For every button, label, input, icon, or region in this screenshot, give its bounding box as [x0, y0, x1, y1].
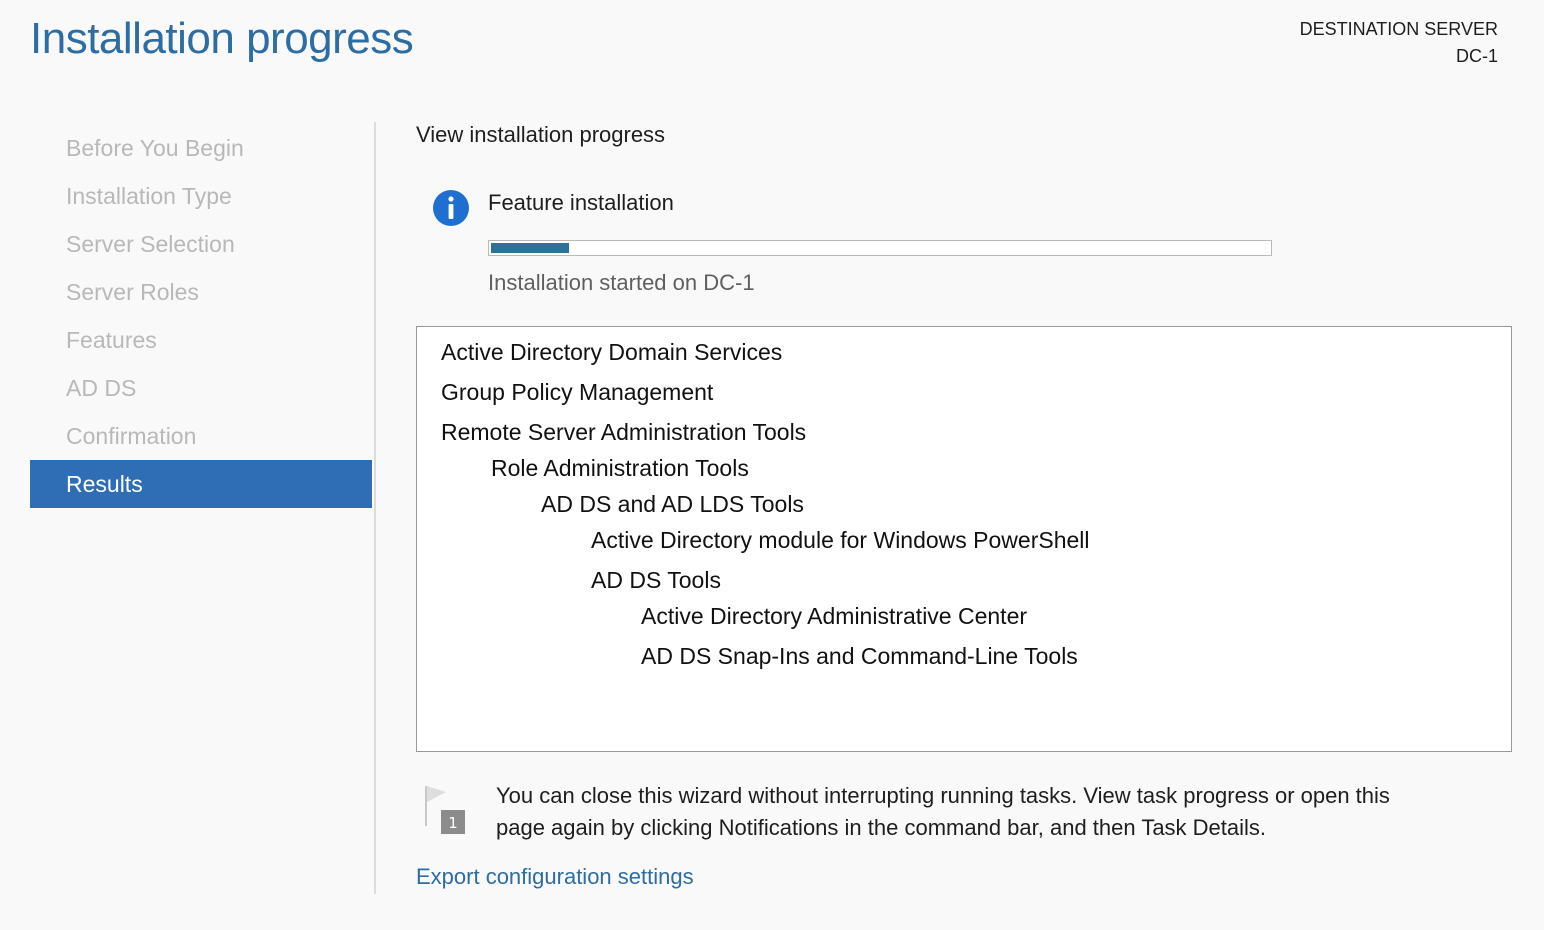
installation-progress-bar	[488, 240, 1272, 256]
feature-list: Active Directory Domain Services Group P…	[416, 326, 1512, 752]
nav-item-server-roles[interactable]: Server Roles	[30, 268, 372, 316]
feature-item-ad-ds: Active Directory Domain Services	[441, 339, 783, 365]
nav-item-before-you-begin[interactable]: Before You Begin	[30, 124, 372, 172]
info-icon	[433, 190, 469, 226]
feature-item-role-admin-tools: Role Administration Tools	[491, 455, 749, 481]
wizard-nav: Before You Begin Installation Type Serve…	[30, 124, 372, 508]
feature-item-ad-powershell: Active Directory module for Windows Powe…	[591, 527, 1090, 553]
feature-item-gpm: Group Policy Management	[441, 379, 714, 405]
note-line-1: You can close this wizard without interr…	[496, 783, 1390, 808]
status-label: Feature installation	[488, 190, 674, 215]
nav-item-server-selection[interactable]: Server Selection	[30, 220, 372, 268]
destination-server-name: DC-1	[1455, 46, 1498, 66]
feature-item-snap-ins: AD DS Snap-Ins and Command-Line Tools	[641, 643, 1078, 669]
nav-item-ad-ds[interactable]: AD DS	[30, 364, 372, 412]
feature-item-ad-ds-lds-tools: AD DS and AD LDS Tools	[541, 491, 804, 517]
section-heading: View installation progress	[416, 122, 666, 147]
nav-item-features[interactable]: Features	[30, 316, 372, 364]
nav-item-installation-type[interactable]: Installation Type	[30, 172, 372, 220]
note-line-2: page again by clicking Notifications in …	[496, 815, 1267, 840]
export-configuration-link[interactable]: Export configuration settings	[416, 864, 694, 890]
feature-item-ad-ds-tools: AD DS Tools	[591, 567, 721, 593]
destination-server: DESTINATION SERVER DC-1	[1300, 16, 1498, 70]
close-wizard-note: You can close this wizard without interr…	[496, 780, 1496, 844]
notification-badge: 1	[448, 814, 458, 832]
nav-item-confirmation[interactable]: Confirmation	[30, 412, 372, 460]
progress-fill	[491, 243, 569, 253]
notification-flag-icon: 1	[425, 786, 465, 834]
nav-item-results[interactable]: Results	[30, 460, 372, 508]
feature-item-rsat: Remote Server Administration Tools	[441, 419, 807, 445]
installation-started-text: Installation started on DC-1	[488, 270, 755, 295]
page-title: Installation progress	[30, 14, 414, 63]
feature-item-ad-admin-center: Active Directory Administrative Center	[641, 603, 1028, 629]
destination-server-label: DESTINATION SERVER	[1299, 19, 1498, 39]
nav-divider	[374, 122, 376, 894]
